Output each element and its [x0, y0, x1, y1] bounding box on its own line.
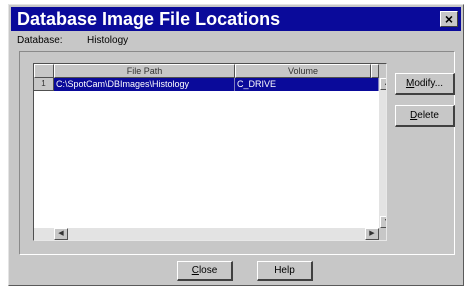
left-arrow-icon: ◀ — [58, 230, 64, 237]
horizontal-scrollbar[interactable]: ◀ ▶ — [34, 228, 379, 240]
modify-button[interactable]: Modify... — [395, 73, 455, 95]
column-header-file-path[interactable]: File Path — [54, 64, 235, 78]
row-number-header — [34, 64, 54, 78]
up-arrow-icon: ▲ — [384, 80, 386, 87]
close-label: lose — [198, 265, 218, 276]
right-arrow-icon: ▶ — [369, 230, 375, 237]
help-button[interactable]: Help — [257, 261, 313, 281]
database-image-file-locations-dialog: Database Image File Locations × Database… — [8, 4, 464, 286]
database-value: Histology — [87, 35, 129, 46]
column-header-volume[interactable]: Volume — [235, 64, 371, 78]
close-mnemonic: C — [191, 265, 199, 276]
close-icon: × — [444, 11, 454, 27]
delete-label: elete — [417, 110, 439, 121]
modify-label: odify... — [414, 78, 444, 89]
title-bar[interactable]: Database Image File Locations × — [11, 7, 461, 31]
file-path-cell[interactable]: C:\SpotCam\DBImages\Histology — [54, 78, 235, 91]
down-arrow-icon: ▼ — [384, 218, 386, 225]
file-locations-table[interactable]: File Path Volume 1 C:\SpotCam\DBImages\H… — [33, 63, 387, 241]
volume-cell[interactable]: C_DRIVE — [235, 78, 379, 91]
scrollbar-corner — [379, 228, 386, 240]
scroll-left-button[interactable]: ◀ — [54, 228, 68, 240]
column-header-blank — [371, 64, 379, 78]
scroll-up-button[interactable]: ▲ — [380, 78, 386, 90]
scroll-right-button[interactable]: ▶ — [365, 228, 379, 240]
vertical-scrollbar[interactable]: ▲ ▼ — [379, 78, 386, 228]
close-button[interactable]: Close — [177, 261, 233, 281]
scroll-down-button[interactable]: ▼ — [380, 216, 386, 228]
table-header: File Path Volume — [34, 64, 386, 78]
dialog-title: Database Image File Locations — [17, 9, 281, 29]
table-row[interactable]: 1 C:\SpotCam\DBImages\Histology C_DRIVE — [34, 78, 386, 91]
row-number: 1 — [34, 78, 54, 91]
database-label: Database: — [17, 35, 63, 46]
delete-button[interactable]: Delete — [395, 105, 455, 127]
close-window-button[interactable]: × — [440, 11, 458, 27]
